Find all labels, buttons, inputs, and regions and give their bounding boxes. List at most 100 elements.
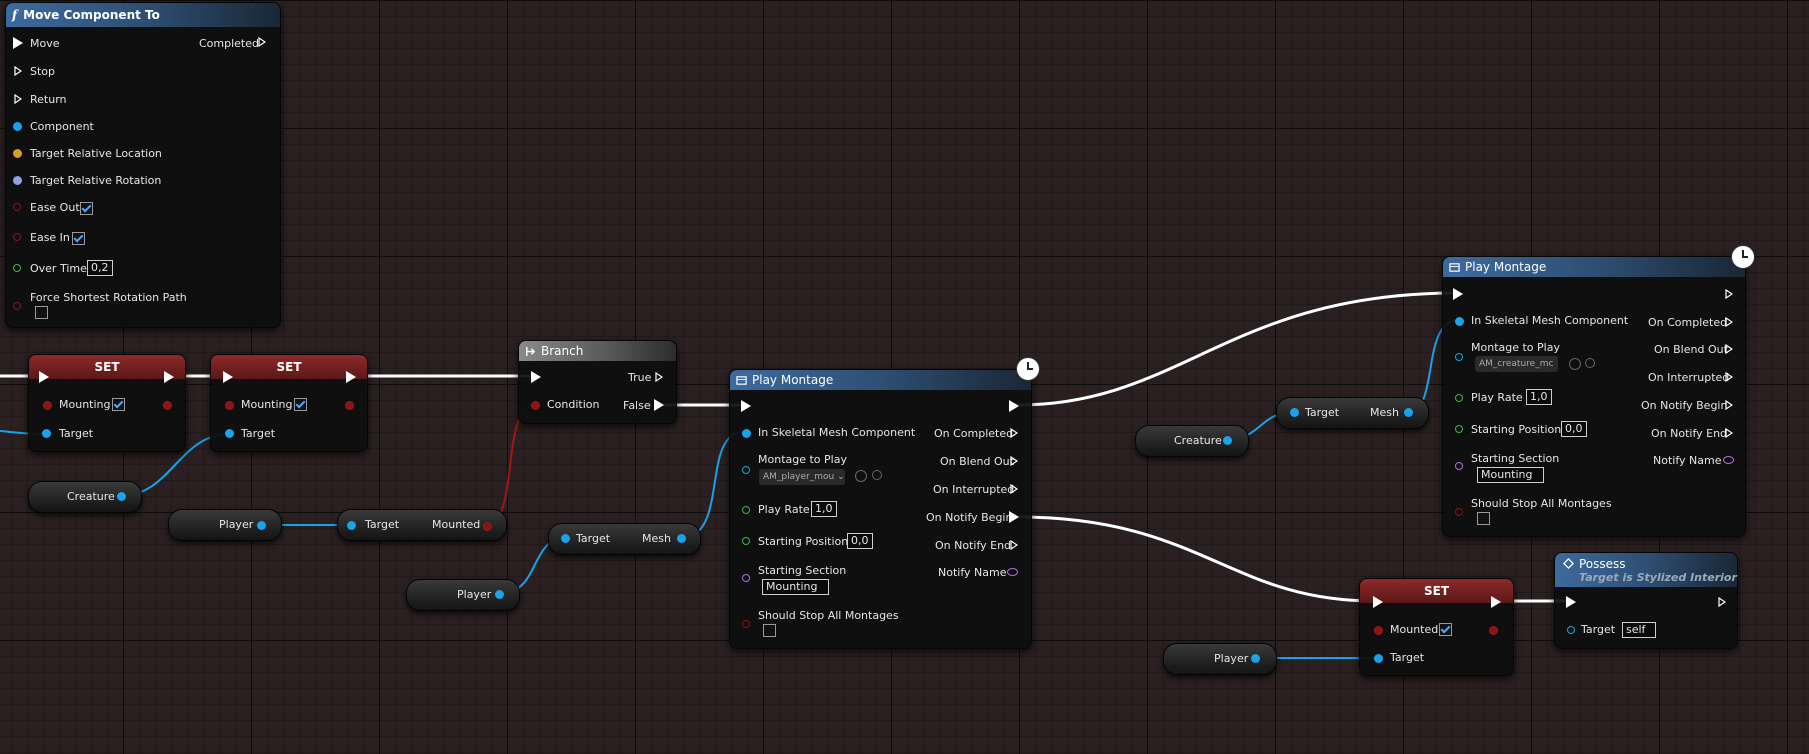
mounted-out-pin[interactable] — [1489, 626, 1498, 635]
browse-icon[interactable] — [855, 470, 867, 482]
mounting-out-pin[interactable] — [345, 401, 354, 410]
exec-in-pin[interactable] — [1453, 288, 1463, 300]
mounting-out-pin[interactable] — [163, 401, 172, 410]
exec-out-on-notify-end-pin[interactable] — [1725, 428, 1733, 438]
starting-position-pin[interactable] — [1455, 425, 1463, 433]
branch-node[interactable]: Branch True Condition False — [518, 340, 677, 424]
component-pin[interactable] — [13, 122, 22, 131]
starting-section-field[interactable]: Mounting — [762, 579, 829, 595]
get-mounted-node[interactable]: Target Mounted — [337, 509, 507, 541]
notify-name-pin[interactable] — [1007, 568, 1018, 576]
exec-out-pin[interactable] — [1009, 400, 1019, 412]
stop-all-checkbox[interactable] — [763, 624, 776, 637]
mounting-checkbox[interactable] — [294, 398, 307, 411]
player-variable-2[interactable]: Player — [406, 579, 520, 611]
exec-out-on-completed-pin[interactable] — [1010, 428, 1018, 438]
move-component-to-node[interactable]: f Move Component To Move Completed Stop … — [5, 2, 281, 328]
exec-out-pin[interactable] — [1491, 596, 1501, 608]
exec-out-on-notify-begin-pin[interactable] — [1009, 511, 1019, 523]
stop-all-pin[interactable] — [1455, 508, 1463, 516]
exec-out-pin[interactable] — [346, 371, 356, 383]
exec-out-on-interrupted-pin[interactable] — [1010, 484, 1018, 494]
exec-out-on-blend-out-pin[interactable] — [1725, 344, 1733, 354]
player-out-pin[interactable] — [1251, 654, 1260, 663]
exec-out-true-pin[interactable] — [655, 372, 663, 382]
get-mesh-node-2[interactable]: Target Mesh — [1276, 397, 1429, 429]
stop-all-checkbox[interactable] — [1477, 512, 1490, 525]
notify-name-pin[interactable] — [1723, 456, 1734, 464]
mounted-out-pin[interactable] — [483, 522, 492, 531]
exec-out-on-interrupted-pin[interactable] — [1725, 372, 1733, 382]
target-pin[interactable] — [561, 534, 570, 543]
ease-out-checkbox[interactable] — [80, 202, 93, 215]
target-rotation-pin[interactable] — [13, 176, 22, 185]
exec-in-pin[interactable] — [1566, 596, 1576, 608]
exec-in-pin[interactable] — [741, 400, 751, 412]
exec-in-pin[interactable] — [531, 371, 541, 383]
starting-position-field[interactable]: 0,0 — [1561, 421, 1587, 437]
montage-to-play-pin[interactable] — [1455, 353, 1463, 361]
player-out-pin[interactable] — [495, 590, 504, 599]
mounting-in-pin[interactable] — [43, 401, 52, 410]
force-shortest-checkbox[interactable] — [35, 306, 48, 319]
exec-out-pin[interactable] — [164, 371, 174, 383]
starting-position-pin[interactable] — [742, 537, 750, 545]
target-self-field[interactable]: self — [1622, 622, 1656, 638]
ease-in-checkbox[interactable] — [72, 232, 85, 245]
browse-icon[interactable] — [1569, 358, 1581, 370]
exec-out-on-notify-begin-pin[interactable] — [1725, 400, 1733, 410]
target-pin[interactable] — [42, 429, 51, 438]
starting-section-field[interactable]: Mounting — [1477, 467, 1544, 483]
player-variable-3[interactable]: Player — [1163, 643, 1277, 675]
target-pin[interactable] — [1567, 626, 1575, 634]
play-rate-field[interactable]: 1,0 — [1526, 389, 1552, 405]
stop-all-pin[interactable] — [742, 620, 750, 628]
montage-asset-combo[interactable]: AM_player_mou ⌄ — [759, 469, 845, 485]
node-header[interactable]: Branch — [519, 341, 676, 361]
possess-node[interactable]: Possess Target is Stylized Interior Targ… — [1554, 552, 1738, 649]
exec-in-move-pin[interactable] — [13, 37, 23, 49]
mesh-out-pin[interactable] — [677, 534, 686, 543]
mounting-in-pin[interactable] — [225, 401, 234, 410]
creature-variable-2[interactable]: Creature — [1135, 425, 1249, 457]
condition-pin[interactable] — [531, 401, 540, 410]
force-shortest-pin[interactable] — [13, 302, 21, 310]
node-header[interactable]: Play Montage — [1443, 257, 1745, 277]
target-pin[interactable] — [347, 521, 356, 530]
over-time-pin[interactable] — [13, 264, 21, 272]
over-time-field[interactable]: 0,2 — [87, 260, 113, 276]
mounted-in-pin[interactable] — [1374, 626, 1383, 635]
ease-in-pin[interactable] — [13, 233, 21, 241]
exec-out-on-blend-out-pin[interactable] — [1010, 456, 1018, 466]
player-variable-1[interactable]: Player — [168, 509, 282, 541]
exec-in-pin[interactable] — [223, 371, 233, 383]
exec-in-stop-pin[interactable] — [14, 66, 22, 76]
mounting-checkbox[interactable] — [112, 398, 125, 411]
node-header[interactable]: f Move Component To — [6, 3, 280, 27]
exec-out-on-completed-pin[interactable] — [1725, 317, 1733, 327]
exec-in-pin[interactable] — [39, 371, 49, 383]
mesh-out-pin[interactable] — [1404, 408, 1413, 417]
exec-out-completed-pin[interactable] — [258, 37, 266, 47]
node-header[interactable]: SET — [29, 355, 185, 379]
montage-to-play-pin[interactable] — [742, 466, 750, 474]
target-location-pin[interactable] — [13, 149, 22, 158]
starting-section-pin[interactable] — [742, 574, 750, 582]
play-montage-node-2[interactable]: Play Montage In Skeletal Mesh Component … — [1442, 256, 1746, 537]
get-mesh-node-1[interactable]: Target Mesh — [548, 523, 701, 555]
target-pin[interactable] — [1290, 408, 1299, 417]
exec-out-pin[interactable] — [1718, 597, 1726, 607]
play-rate-pin[interactable] — [742, 506, 750, 514]
play-rate-pin[interactable] — [1455, 394, 1463, 402]
starting-position-field[interactable]: 0,0 — [847, 533, 873, 549]
creature-out-pin[interactable] — [1223, 436, 1232, 445]
exec-out-pin[interactable] — [1725, 289, 1733, 299]
set-mounting-node-2[interactable]: SET Mounting Target — [210, 354, 368, 452]
player-out-pin[interactable] — [257, 521, 266, 530]
node-header[interactable]: Possess Target is Stylized Interior — [1555, 553, 1737, 587]
skeletal-mesh-pin[interactable] — [1455, 317, 1464, 326]
exec-in-pin[interactable] — [1373, 596, 1383, 608]
creature-variable-1[interactable]: Creature — [28, 481, 142, 513]
play-montage-node-1[interactable]: Play Montage In Skeletal Mesh Component … — [729, 369, 1032, 649]
node-header[interactable]: SET — [211, 355, 367, 379]
